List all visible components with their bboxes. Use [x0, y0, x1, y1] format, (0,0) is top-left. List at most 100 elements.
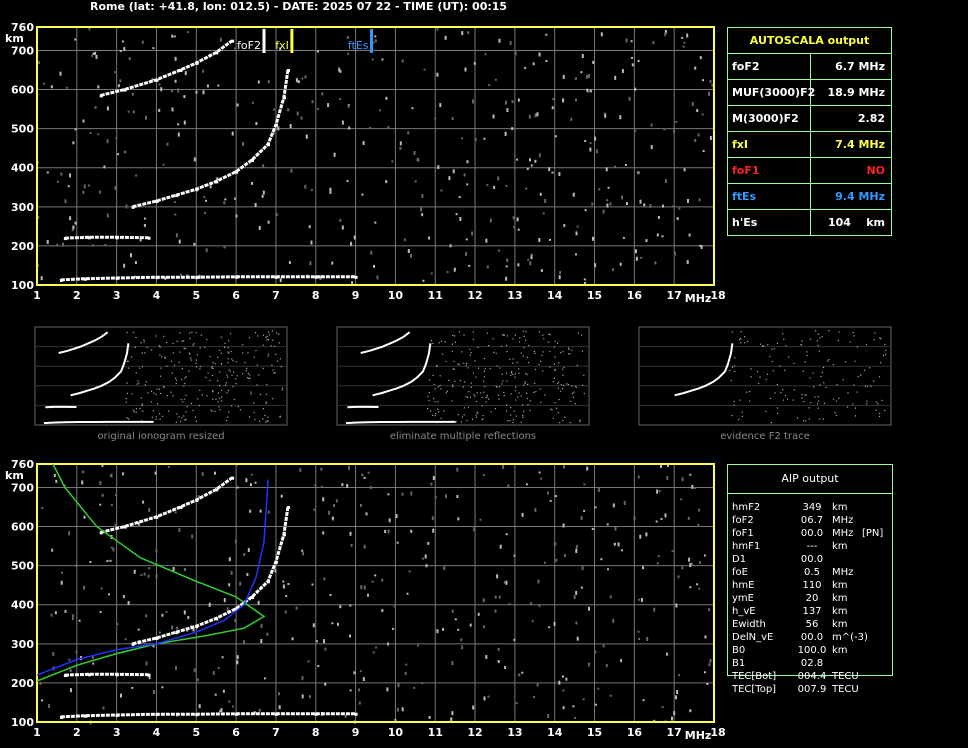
thumbnail-noise	[805, 420, 807, 422]
thumbnail-noise	[520, 352, 522, 354]
thumbnail-noise	[150, 390, 153, 392]
thumbnail-noise	[509, 420, 511, 422]
thumbnail-noise	[483, 380, 485, 383]
thumbnail-trace	[70, 343, 130, 397]
thumbnail-noise	[155, 335, 157, 337]
thumbnail-noise	[744, 342, 746, 344]
thumbnail-noise	[481, 396, 483, 398]
thumbnail-noise	[229, 370, 231, 372]
thumbnail-noise	[427, 408, 429, 410]
thumbnail-noise	[500, 345, 503, 347]
thumbnail-noise	[550, 408, 552, 410]
thumbnail-noise	[220, 363, 223, 365]
thumbnail-noise	[217, 356, 219, 358]
thumbnail-noise	[476, 411, 478, 413]
thumbnail-noise	[235, 378, 237, 380]
thumbnail-noise	[172, 395, 174, 397]
aip-cell	[862, 501, 892, 514]
thumbnail-noise	[483, 391, 485, 393]
aip-cell: Ewidth	[732, 619, 766, 630]
thumbnail-noise	[818, 418, 821, 420]
thumbnail-noise	[522, 404, 524, 406]
thumbnail-noise	[227, 362, 229, 364]
thumbnail-noise	[247, 352, 249, 354]
thumbnail-noise	[865, 344, 868, 346]
thumbnail-noise	[452, 368, 454, 370]
thumbnail-noise	[515, 399, 517, 401]
thumbnail-noise	[744, 336, 746, 338]
thumbnail-noise	[194, 416, 196, 418]
aip-cell	[862, 592, 892, 605]
thumbnail-noise	[158, 388, 161, 390]
autoscala-value: NO	[866, 164, 885, 177]
thumbnail-noise	[273, 372, 275, 374]
thumbnail-noise	[522, 416, 524, 418]
thumbnail-noise	[150, 401, 152, 403]
thumbnail-noise	[161, 356, 163, 358]
thumbnail-noise	[228, 352, 230, 354]
thumbnail-noise	[538, 331, 540, 333]
thumbnail-noise	[230, 351, 232, 353]
thumbnail-noise	[523, 384, 525, 386]
thumbnail-noise	[461, 416, 464, 418]
aip-cell: 56	[805, 619, 819, 630]
thumbnail-noise	[163, 386, 165, 389]
thumbnail-noise	[155, 393, 157, 396]
thumbnail-noise	[526, 374, 528, 376]
thumbnail-frame	[336, 326, 590, 426]
thumbnail-noise	[178, 361, 180, 363]
thumbnail-noise	[254, 418, 256, 421]
thumbnail-noise	[248, 377, 250, 380]
autoscala-param: M(3000)F2	[728, 106, 811, 131]
thumbnail-noise	[817, 396, 819, 398]
thumbnail-noise	[576, 364, 578, 366]
aip-cell: 100.0	[797, 645, 827, 656]
aip-cell: km	[832, 580, 848, 591]
thumbnail-noise	[581, 350, 584, 352]
thumbnail-noise	[212, 391, 214, 393]
thumbnail-noise	[158, 345, 160, 347]
aip-cell	[862, 605, 892, 618]
thumbnail-noise	[264, 414, 266, 417]
thumbnail-noise	[191, 331, 193, 333]
thumbnail-noise	[466, 362, 468, 364]
thumbnail-noise	[475, 376, 477, 378]
thumbnail-noise	[193, 343, 195, 345]
thumbnail-noise	[159, 418, 161, 420]
aip-cell: km	[832, 619, 848, 630]
aip-cell: DelN_vE	[732, 632, 774, 643]
thumbnail-noise	[242, 373, 244, 375]
thumbnail-noise	[474, 360, 476, 362]
thumbnail-noise	[192, 344, 194, 346]
thumbnail-noise	[476, 400, 478, 403]
thumbnail-noise	[232, 386, 234, 388]
thumbnail-noise	[486, 394, 488, 396]
thumbnail-noise	[879, 337, 881, 339]
thumbnail-noise	[484, 386, 486, 388]
thumbnail-noise	[770, 422, 772, 424]
thumbnail-noise	[574, 403, 576, 405]
thumbnail-noise	[573, 391, 575, 393]
aip-cell	[862, 657, 892, 670]
thumbnail-noise	[523, 335, 525, 337]
thumbnail-noise	[168, 410, 170, 412]
thumbnail-noise	[181, 340, 183, 342]
thumbnail-noise	[274, 372, 276, 374]
autoscala-value: 104 km	[827, 216, 885, 229]
aip-cell	[862, 644, 892, 657]
thumbnail-noise	[801, 344, 803, 346]
thumbnail-noise	[132, 331, 134, 334]
thumbnail-noise	[458, 331, 460, 333]
thumbnail-noise	[457, 413, 459, 416]
aip-row: h_vE 137 km	[732, 605, 892, 618]
thumbnail-noise	[140, 397, 142, 399]
thumbnail-noise	[219, 371, 221, 373]
thumbnail-noise	[782, 389, 784, 391]
thumbnail-noise	[567, 347, 570, 349]
thumbnail-noise	[155, 418, 157, 420]
thumbnail-noise	[529, 409, 531, 411]
thumbnail-noise	[802, 370, 804, 372]
thumbnail-noise	[769, 355, 771, 357]
thumbnail-noise	[228, 389, 230, 391]
thumbnail-noise	[739, 399, 741, 401]
